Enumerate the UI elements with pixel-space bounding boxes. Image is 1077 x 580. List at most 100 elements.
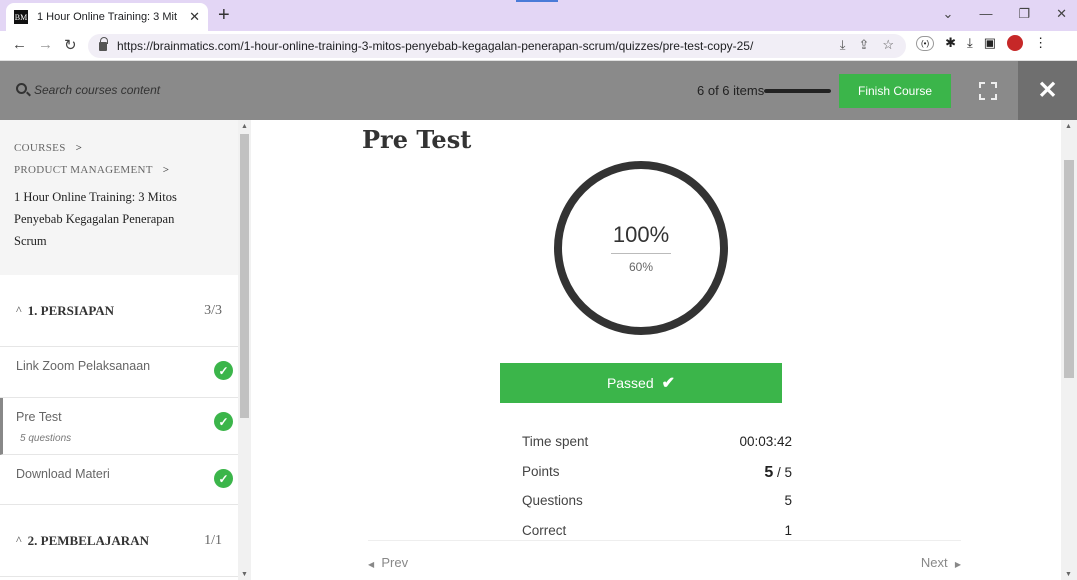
chevron-left-icon: ◀ [368,560,375,569]
section-count: 3/3 [204,302,222,318]
url-text: https://brainmatics.com/1-hour-online-tr… [117,39,754,53]
close-course-icon[interactable]: ✕ [1018,61,1077,120]
stat-value: 00:03:42 [739,434,792,449]
extensions-area: (•) ✱ ⤓ ▣ ⋮ [916,35,1047,51]
fullscreen-icon[interactable] [979,82,997,100]
site-favicon-icon: BM [14,10,28,24]
passed-status-badge: Passed ✔ [500,363,782,403]
completed-check-icon: ✓ [214,469,233,488]
downloads-icon[interactable]: ⤓ [967,35,973,51]
back-icon[interactable]: ← [12,36,27,53]
course-header: 6 of 6 items Finish Course ✕ [0,61,1077,120]
breadcrumb-category-label: PRODUCT MANAGEMENT [14,164,153,176]
chevron-right-icon: > [75,142,83,154]
content-scroll-thumb[interactable] [1064,160,1074,378]
scroll-up-icon[interactable]: ▲ [241,123,248,130]
checkmark-icon: ✔ [661,375,676,392]
points-total: / 5 [773,464,792,480]
search-icon [16,83,27,94]
lesson-subtitle: 5 questions [20,433,72,444]
stat-value: 1 [784,522,792,538]
section-count: 1/1 [204,532,222,548]
completed-check-icon: ✓ [214,412,233,431]
scroll-down-icon[interactable]: ▼ [1065,571,1072,578]
tab-close-icon[interactable]: ✕ [189,9,200,25]
window-close-icon[interactable]: ✕ [1056,6,1067,22]
result-divider [611,253,671,254]
breadcrumb-category[interactable]: PRODUCT MANAGEMENT > [14,164,224,176]
prev-button[interactable]: ◀ Prev [368,555,408,570]
profile-avatar[interactable] [1007,35,1024,51]
lesson-item-pre-test[interactable]: Pre Test 5 questions ✓ [0,398,238,455]
restore-icon[interactable]: ❐ [1018,6,1030,22]
lesson-item-download-materi[interactable]: Download Materi ✓ [0,455,238,505]
content-scrollbar[interactable]: ▲ ▼ [1061,120,1077,580]
scroll-up-icon[interactable]: ▲ [1065,123,1072,130]
stat-value: 5 [784,493,792,508]
lock-icon[interactable] [99,36,108,51]
lesson-name: Pre Test [16,410,62,424]
address-bar[interactable]: https://brainmatics.com/1-hour-online-tr… [88,34,906,58]
tab-title: 1 Hour Online Training: 3 Mitos P [37,11,177,23]
quiz-content: Pre Test 100% 60% Passed ✔ Time spent 00… [251,120,1061,580]
stat-value: 5 / 5 [764,464,792,482]
new-tab-icon[interactable]: + [218,4,230,27]
browser-tab[interactable]: BM 1 Hour Online Training: 3 Mitos P ✕ [6,3,208,31]
course-sidebar: COURSES > PRODUCT MANAGEMENT > 1 Hour On… [0,120,238,580]
browser-tab-bar: BM 1 Hour Online Training: 3 Mitos P ✕ +… [0,0,1077,31]
extension-pill-icon[interactable]: (•) [916,35,935,51]
side-panel-icon[interactable]: ▣ [984,35,996,51]
passed-label: Passed [606,375,654,391]
loading-indicator [516,0,558,2]
stat-label: Time spent [522,434,589,449]
section-name: 1. PERSIAPAN [27,302,115,318]
extensions-puzzle-icon[interactable]: ✱ [945,35,956,51]
minimize-icon[interactable]: — [979,6,992,22]
finish-course-button[interactable]: Finish Course [839,74,951,108]
section-persiapan[interactable]: ^ 1. PERSIAPAN 3/3 [0,275,238,347]
section-name: 2. PEMBELAJARAN [27,532,149,548]
passing-percent: 60% [628,260,654,274]
install-app-icon[interactable]: ⤓ [840,37,846,53]
course-progress-fill [764,89,831,93]
stat-row-time: Time spent 00:03:42 [522,434,792,464]
sidebar-scrollbar[interactable]: ▲ ▼ [238,120,251,580]
stat-row-questions: Questions 5 [522,493,792,523]
stat-row-points: Points 5 / 5 [522,464,792,494]
points-earned: 5 [764,463,774,481]
tab-search-icon[interactable]: ⌄ [943,6,954,22]
scroll-down-icon[interactable]: ▼ [241,571,248,578]
chevron-right-icon: ▶ [954,560,961,569]
lesson-name: Download Materi [16,467,110,481]
breadcrumb: COURSES > PRODUCT MANAGEMENT > 1 Hour On… [0,120,238,275]
result-percent: 100% [612,222,670,247]
stat-row-correct: Correct 1 [522,523,792,541]
breadcrumb-courses[interactable]: COURSES > [14,142,224,154]
reload-icon[interactable]: ↻ [64,36,77,54]
lesson-item-link-zoom[interactable]: Link Zoom Pelaksanaan ✓ [0,347,238,398]
course-search-input[interactable] [34,80,334,100]
prev-label: Prev [381,555,409,570]
chevron-right-icon: > [162,164,170,176]
share-icon[interactable]: ⇪ [858,37,869,53]
course-progress-bar [764,89,831,93]
chevron-up-icon: ^ [16,303,22,317]
course-title: 1 Hour Online Training: 3 Mitos Penyebab… [14,190,177,248]
lesson-name: Link Zoom Pelaksanaan [16,359,151,373]
forward-icon[interactable]: → [38,36,53,53]
quiz-title: Pre Test [362,125,472,154]
chevron-up-icon: ^ [16,533,22,547]
result-circle: 100% 60% [553,160,729,336]
result-ring-svg [554,161,728,335]
quiz-stats: Time spent 00:03:42 Points 5 / 5 Questio… [522,434,792,540]
completed-check-icon: ✓ [214,361,233,380]
breadcrumb-courses-label: COURSES [14,142,66,154]
browser-menu-icon[interactable]: ⋮ [1034,35,1047,51]
stat-label: Points [522,463,560,479]
next-button[interactable]: Next ▶ [921,555,961,570]
stat-label: Questions [522,493,583,508]
sidebar-scroll-thumb[interactable] [240,134,249,418]
section-pembelajaran[interactable]: ^ 2. PEMBELAJARAN 1/1 [0,505,238,577]
bookmark-star-icon[interactable]: ☆ [882,37,894,53]
lesson-navigation: ◀ Prev Next ▶ [368,540,961,580]
